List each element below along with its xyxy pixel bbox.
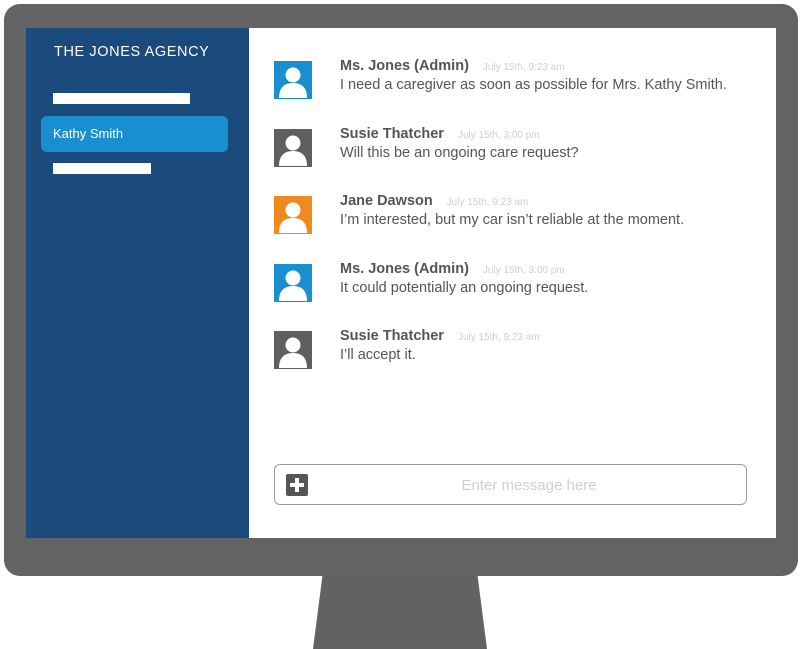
message-header: Susie Thatcher July 15th, 3:00 pm [340,125,540,143]
sender-name: Ms. Jones (Admin) [340,261,469,277]
sidebar: THE JONES AGENCY Kathy Smith [26,28,249,538]
sender-name: Susie Thatcher [340,328,444,344]
message-timestamp: July 15th, 3:00 pm [482,265,565,276]
message-timestamp: July 15th, 3:00 pm [457,130,540,141]
sidebar-item-kathy-smith[interactable]: Kathy Smith [41,116,228,152]
message-text: I need a caregiver as soon as possible f… [340,77,727,93]
message-row: Susie Thatcher July 15th, 9:23 am I’ll acc… [274,327,764,371]
message-text: I’m interested, but my car isn’t reliabl… [340,212,685,228]
message-row: Ms. Jones (Admin) July 15th, 3:00 pm It co… [274,260,764,304]
app-screen: THE JONES AGENCY Kathy Smith Ms. Jones (… [26,28,776,538]
monitor-stand [313,568,487,649]
message-timestamp: July 15th, 9:23 am [457,332,540,343]
add-attachment-button[interactable] [286,474,308,496]
message-text: I’ll accept it. [340,347,416,363]
avatar [274,196,312,234]
message-row: Ms. Jones (Admin) July 15th, 9:23 am I nee… [274,57,764,101]
message-row: Jane Dawson July 15th, 9:23 am I’m interes… [274,192,764,236]
message-timestamp: July 15th, 9:23 am [482,62,565,73]
message-header: Susie Thatcher July 15th, 9:23 am [340,327,540,345]
user-icon [274,331,312,369]
sender-name: Jane Dawson [340,193,433,209]
sender-name: Ms. Jones (Admin) [340,58,469,74]
message-row: Susie Thatcher July 15th, 3:00 pm Will thi… [274,125,764,169]
message-text: It could potentially an ongoing request. [340,280,589,296]
sidebar-placeholder-bar [53,163,151,174]
message-timestamp: July 15th, 9:23 am [446,197,529,208]
message-input[interactable] [319,471,739,499]
avatar [274,331,312,369]
avatar [274,61,312,99]
user-icon [274,61,312,99]
agency-title: THE JONES AGENCY [54,44,210,60]
user-icon [274,129,312,167]
user-icon [274,196,312,234]
sender-name: Susie Thatcher [340,126,444,142]
message-header: Ms. Jones (Admin) July 15th, 3:00 pm [340,260,565,278]
user-icon [274,264,312,302]
message-header: Jane Dawson July 15th, 9:23 am [340,192,528,210]
message-text: Will this be an ongoing care request? [340,145,579,161]
sidebar-placeholder-bar [53,93,190,104]
message-header: Ms. Jones (Admin) July 15th, 9:23 am [340,57,565,75]
avatar [274,264,312,302]
sidebar-item-label: Kathy Smith [53,126,124,141]
avatar [274,129,312,167]
chat-panel: Ms. Jones (Admin) July 15th, 9:23 am I nee… [249,28,776,538]
message-composer [274,464,747,505]
